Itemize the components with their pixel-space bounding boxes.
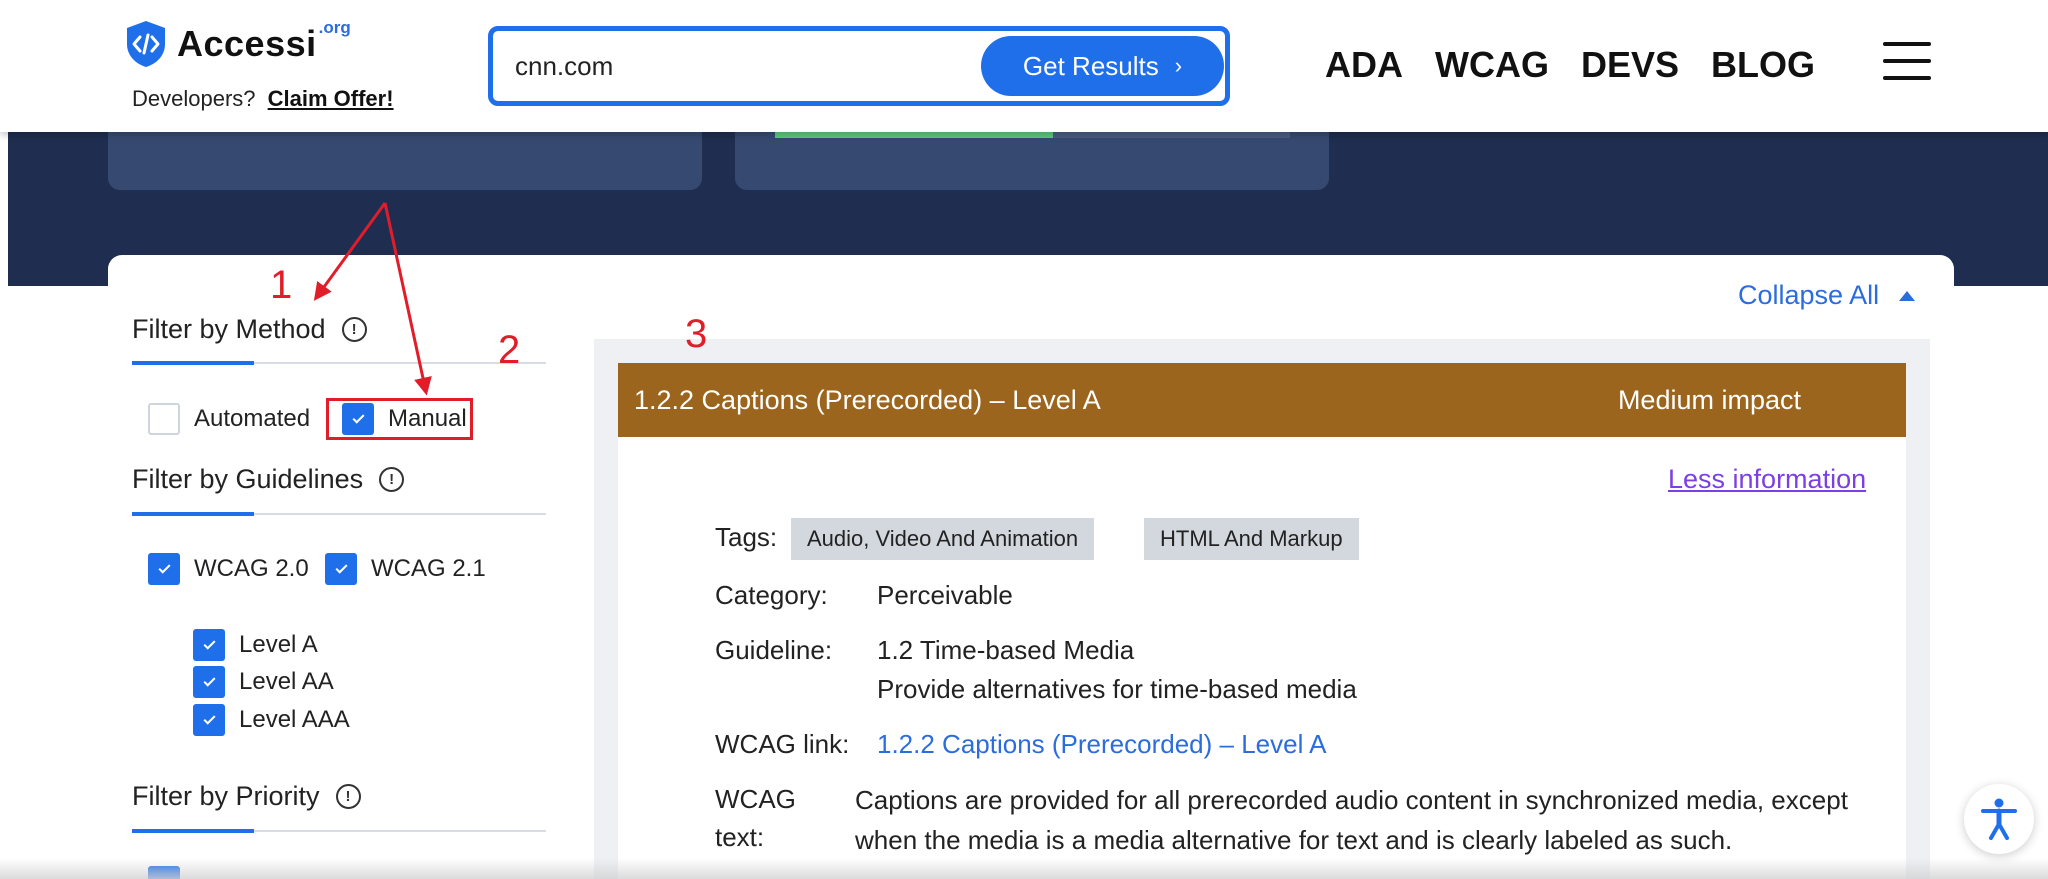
summary-card-left	[108, 130, 702, 190]
option-label: Level AAA	[239, 706, 350, 733]
filter-method-title: Filter by Method !	[132, 314, 367, 345]
wcag-text-value: Captions are provided for all prerecorde…	[855, 785, 1848, 855]
issue-header[interactable]: 1.2.2 Captions (Prerecorded) – Level A M…	[618, 363, 1906, 437]
filter-priority-title: Filter by Priority !	[132, 781, 361, 812]
logo-text: Accessi	[177, 23, 317, 64]
option-label: Automated	[194, 405, 311, 432]
tag-audio-video: Audio, Video And Animation	[791, 518, 1095, 560]
filter-option-automated[interactable]: Automated	[148, 403, 310, 435]
filter-option-wcag20[interactable]: WCAG 2.0	[148, 553, 309, 585]
wcag-link-label: WCAG link:	[715, 729, 850, 759]
collapse-all-button[interactable]: Collapse All	[1738, 280, 1916, 311]
developer-prompt: Developers?	[132, 86, 256, 111]
summary-card-right	[735, 130, 1329, 190]
filter-method-label: Filter by Method	[132, 314, 326, 344]
impact-label: Medium impact	[1617, 384, 1801, 415]
less-information-link[interactable]: Less information	[1668, 464, 1866, 495]
nav-devs[interactable]: DEVS	[1581, 44, 1679, 86]
url-search-input[interactable]	[515, 43, 965, 89]
checkbox-wcag21[interactable]	[325, 553, 357, 585]
site-logo[interactable]: Accessi .org	[125, 18, 351, 68]
filter-priority-label: Filter by Priority	[132, 781, 320, 811]
annotation-number-3: 3	[685, 312, 708, 356]
guideline-value: 1.2 Time-based Media	[877, 635, 1135, 665]
logo-superscript: .org	[318, 18, 351, 37]
claim-offer-link[interactable]: Claim Offer!	[268, 86, 394, 111]
info-icon[interactable]: !	[335, 784, 361, 809]
filter-guidelines-divider	[132, 512, 546, 516]
shield-code-icon	[127, 21, 165, 67]
scroll-fade	[0, 858, 2048, 879]
annotation-number-1: 1	[270, 263, 293, 307]
filter-option-level-aa[interactable]: Level AA	[193, 666, 334, 698]
issue-title: 1.2.2 Captions (Prerecorded) – Level A	[634, 384, 1101, 415]
collapse-all-label: Collapse All	[1738, 280, 1880, 310]
nav-blog[interactable]: BLOG	[1711, 44, 1815, 86]
checkbox-wcag20[interactable]	[148, 553, 180, 585]
filter-guidelines-title: Filter by Guidelines !	[132, 464, 405, 495]
get-results-button[interactable]: Get Results ›	[981, 36, 1224, 96]
option-label: Level A	[239, 631, 318, 658]
tags-label: Tags:	[715, 522, 778, 552]
checkbox-automated[interactable]	[148, 403, 180, 435]
option-label: WCAG 2.1	[371, 555, 486, 582]
url-search-box: Get Results ›	[488, 26, 1230, 106]
option-label: WCAG 2.0	[194, 555, 309, 582]
wcag-link[interactable]: 1.2.2 Captions (Prerecorded) – Level A	[877, 729, 1326, 760]
checkbox-level-a[interactable]	[193, 629, 225, 661]
guideline-label: Guideline:	[715, 635, 833, 665]
accessibility-person-icon	[1981, 798, 2017, 840]
main-nav: ADA WCAG DEVS BLOG	[1325, 44, 1847, 86]
chevron-right-icon: ›	[1174, 53, 1183, 78]
filter-priority-divider	[132, 829, 546, 833]
tag-html-markup: HTML And Markup	[1144, 518, 1359, 560]
developer-offer: Developers? Claim Offer!	[132, 86, 394, 112]
info-icon[interactable]: !	[341, 317, 367, 342]
get-results-label: Get Results	[1022, 50, 1159, 81]
filter-option-level-a[interactable]: Level A	[193, 629, 318, 661]
wcag-text-label-line1: WCAG	[715, 784, 796, 814]
filter-option-level-aaa[interactable]: Level AAA	[193, 704, 350, 736]
nav-ada[interactable]: ADA	[1325, 44, 1403, 86]
accessibility-widget-button[interactable]	[1964, 784, 2034, 854]
option-label: Level AA	[239, 668, 334, 695]
site-header: Accessi .org Developers? Claim Offer! Ge…	[0, 0, 2048, 132]
checkbox-level-aa[interactable]	[193, 666, 225, 698]
annotation-highlight-box	[326, 398, 473, 440]
filter-option-wcag21[interactable]: WCAG 2.1	[325, 553, 486, 585]
category-value: Perceivable	[877, 580, 1013, 610]
annotation-number-2: 2	[498, 328, 521, 372]
checkbox-level-aaa[interactable]	[193, 704, 225, 736]
hamburger-menu-icon[interactable]	[1883, 42, 1931, 80]
filter-guidelines-label: Filter by Guidelines	[132, 464, 364, 494]
category-label: Category:	[715, 580, 828, 610]
filter-method-divider	[132, 361, 546, 365]
nav-wcag[interactable]: WCAG	[1435, 44, 1549, 86]
info-icon[interactable]: !	[379, 467, 405, 492]
caret-up-icon	[1899, 290, 1916, 301]
wcag-text-label-line2: text:	[715, 822, 765, 852]
guideline-description: Provide alternatives for time-based medi…	[877, 674, 1357, 704]
